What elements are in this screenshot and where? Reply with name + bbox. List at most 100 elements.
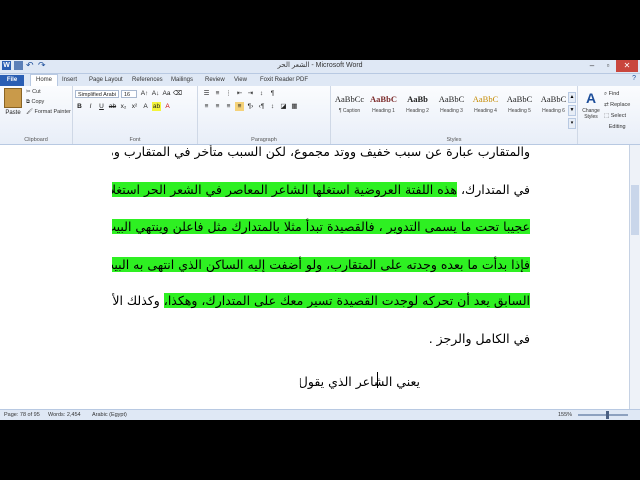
show-marks-icon[interactable]: ¶	[268, 89, 277, 98]
style-sample: AaBb	[407, 94, 428, 104]
page-count[interactable]: Page: 78 of 95	[4, 410, 40, 420]
styles-group-label: Styles	[446, 137, 462, 143]
tab-references[interactable]: References	[132, 75, 163, 86]
format-painter-button[interactable]: 🖌 Format Painter	[26, 109, 71, 115]
editing-group: ⌕ Find ⇄ Replace ⬚ Select Editing	[604, 89, 630, 133]
paragraph-group-label: Paragraph	[251, 137, 277, 143]
zoom-slider[interactable]	[578, 411, 628, 419]
clear-formatting-icon[interactable]: ⌫	[173, 89, 182, 98]
underline-icon[interactable]: U	[97, 102, 106, 111]
ltr-icon[interactable]: ¶›	[246, 102, 255, 111]
zoom-level[interactable]: 155%	[558, 410, 572, 420]
bold-icon[interactable]: B	[75, 102, 84, 111]
bullets-icon[interactable]: ☰	[202, 89, 211, 98]
copy-button[interactable]: ⧉ Copy	[26, 99, 44, 106]
vertical-scrollbar[interactable]	[629, 145, 640, 409]
decrease-indent-icon[interactable]: ⇤	[235, 89, 244, 98]
undo-icon[interactable]: ↶	[26, 61, 35, 70]
maximize-icon[interactable]: ▫	[600, 60, 616, 72]
gallery-more-icon[interactable]: ▾	[568, 118, 576, 129]
center-icon[interactable]: ≡	[213, 102, 222, 111]
replace-button[interactable]: ⇄ Replace	[604, 100, 630, 111]
ribbon: Paste ✂ Cut ⧉ Copy 🖌 Format Painter Clip…	[0, 86, 640, 145]
font-group-label: Font	[129, 137, 141, 143]
align-right-icon[interactable]: ≡	[224, 102, 233, 111]
redo-icon[interactable]: ↷	[38, 61, 47, 70]
title-bar: W ↶ ↷ الشعر الحر - Microsoft Word – ▫ ✕	[0, 60, 640, 74]
style-sample: AaBbC	[472, 94, 499, 104]
sort-icon[interactable]: ↕	[257, 89, 266, 98]
style-heading-4[interactable]: AaBbC Heading 4	[469, 90, 502, 124]
numbering-icon[interactable]: ≡	[213, 89, 222, 98]
tab-view[interactable]: View	[234, 75, 247, 86]
increase-indent-icon[interactable]: ⇥	[246, 89, 255, 98]
font-format-buttons: B I U ab x₂ x² A ab A	[75, 102, 172, 111]
paragraph-line: فإذا بدأت ما بعده وجدته على المتقارب، ول…	[112, 252, 530, 278]
tab-foxit-reader-pdf[interactable]: Foxit Reader PDF	[260, 75, 308, 86]
change-case-icon[interactable]: Aa	[162, 89, 171, 98]
text-effects-icon[interactable]: A	[141, 102, 150, 111]
style-name: ¶ Caption	[338, 108, 361, 114]
font-color-icon[interactable]: A	[163, 102, 172, 111]
zoom-slider-thumb[interactable]	[606, 411, 609, 419]
cut-button[interactable]: ✂ Cut	[26, 89, 41, 95]
find-button[interactable]: ⌕ Find	[604, 89, 630, 100]
ibeam-cursor-icon: I	[299, 377, 302, 388]
shrink-font-icon[interactable]: A↓	[151, 89, 160, 98]
superscript-icon[interactable]: x²	[130, 102, 139, 111]
subscript-icon[interactable]: x₂	[119, 102, 128, 111]
style-sample: AaBbC	[438, 94, 465, 104]
paragraph-line: السابق يعد أن تحركه لوجدت القصيدة تسير م…	[112, 288, 530, 314]
paragraph-line: يعني الشاعر الذي يقول:	[300, 374, 420, 389]
scroll-thumb[interactable]	[631, 185, 639, 235]
save-icon[interactable]	[14, 61, 23, 70]
style-heading-3[interactable]: AaBbC Heading 3	[435, 90, 468, 124]
style-caption[interactable]: AaBbCc ¶ Caption	[333, 90, 366, 124]
document-page[interactable]: والمتقارب عبارة عن سبب خفيف ووتد مجموع، …	[0, 145, 640, 409]
paste-button[interactable]: Paste	[4, 88, 22, 124]
strikethrough-icon[interactable]: ab	[108, 102, 117, 111]
style-heading-5[interactable]: AaBbC Heading 5	[503, 90, 536, 124]
tab-review[interactable]: Review	[205, 75, 225, 86]
italic-icon[interactable]: I	[86, 102, 95, 111]
font-size-select[interactable]: 16	[121, 90, 137, 98]
multilevel-list-icon[interactable]: ⋮	[224, 89, 233, 98]
change-styles-button[interactable]: A Change Styles	[580, 90, 602, 120]
change-styles-label: Change Styles	[582, 108, 600, 120]
clipboard-icon	[4, 88, 22, 108]
select-button[interactable]: ⬚ Select	[604, 111, 630, 122]
cut-label: Cut	[32, 89, 41, 95]
window-title: الشعر الحر - Microsoft Word	[277, 62, 363, 69]
style-heading-1[interactable]: AaBbC Heading 1	[367, 90, 400, 124]
tab-insert[interactable]: Insert	[62, 75, 77, 86]
language[interactable]: Arabic (Egypt)	[92, 410, 127, 420]
line-text: في المتدارك،	[460, 182, 530, 197]
line-spacing-icon[interactable]: ↕	[268, 102, 277, 111]
tab-home[interactable]: Home	[30, 74, 59, 86]
gallery-up-icon[interactable]: ▲	[568, 92, 576, 103]
minimize-icon[interactable]: –	[584, 60, 600, 72]
tab-file[interactable]: File	[0, 75, 24, 86]
rtl-icon[interactable]: ‹¶	[257, 102, 266, 111]
borders-icon[interactable]: ▦	[290, 102, 299, 111]
styles-gallery-scroll: ▲ ▼ ▾	[568, 92, 576, 129]
style-heading-6[interactable]: AaBbC Heading 6	[537, 90, 570, 124]
close-icon[interactable]: ✕	[616, 60, 638, 72]
word-app-icon[interactable]: W	[2, 61, 11, 70]
tab-page-layout[interactable]: Page Layout	[89, 75, 123, 86]
binoculars-icon: ⌕	[604, 91, 608, 97]
font-name-select[interactable]: Simplified Arabi	[75, 90, 119, 98]
justify-icon[interactable]: ≡	[235, 102, 244, 111]
font-group: Simplified Arabi 16 A↑ A↓ Aa ⌫ B I U ab …	[73, 86, 198, 144]
help-icon[interactable]: ?	[632, 75, 636, 82]
tab-mailings[interactable]: Mailings	[171, 75, 193, 86]
highlight-icon[interactable]: ab	[152, 102, 161, 111]
grow-font-icon[interactable]: A↑	[140, 89, 149, 98]
word-count[interactable]: Words: 2,454	[48, 410, 81, 420]
align-left-icon[interactable]: ≡	[202, 102, 211, 111]
style-heading-2[interactable]: AaBb Heading 2	[401, 90, 434, 124]
paste-label: Paste	[5, 110, 21, 116]
gallery-down-icon[interactable]: ▼	[568, 105, 576, 116]
shading-icon[interactable]: ◪	[279, 102, 288, 111]
editing-group-label: Editing	[608, 124, 626, 130]
